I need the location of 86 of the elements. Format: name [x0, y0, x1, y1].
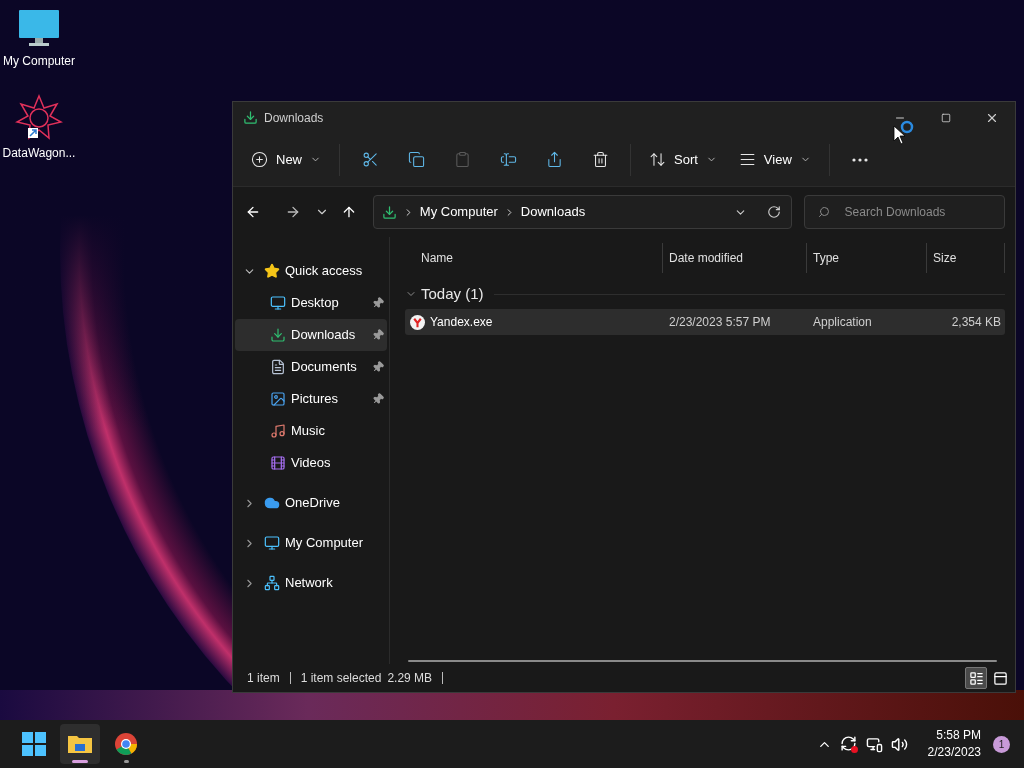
table-cell-text: 2/23/2023 5:57 PM	[668, 314, 772, 331]
new-icon	[251, 151, 268, 168]
sidebar-label: Videos	[291, 454, 331, 473]
list-view-icon	[968, 670, 984, 686]
star-shortcut-icon[interactable]	[15, 94, 63, 140]
maximize-icon	[941, 112, 951, 123]
desktop-icon	[270, 295, 286, 311]
sidebar-item[interactable]: My Computer	[235, 527, 387, 559]
picture-icon	[270, 391, 286, 407]
sidebar-label: Desktop	[291, 294, 339, 313]
share-icon	[545, 151, 563, 168]
preview-pane-icon	[992, 670, 1008, 686]
toolbar-button[interactable]: New	[243, 141, 329, 178]
clock-date[interactable]: 2/23/2023	[927, 744, 981, 761]
sidebar-item[interactable]: Network	[235, 567, 387, 599]
toolbar-button[interactable]: View	[730, 141, 819, 178]
desktop-icon-label[interactable]: DataWagon...	[2, 144, 76, 162]
file-name: Yandex.exe	[430, 314, 493, 331]
file-row[interactable]: Yandex.exe 2/23/2023 5:57 PM Application 2,354 KB	[405, 309, 1005, 335]
address-bar[interactable]: My Computer Downloads	[372, 195, 792, 229]
y-logo-icon	[410, 314, 425, 330]
sidebar-label: Music	[291, 422, 325, 441]
toolbar-button[interactable]: Sort	[641, 141, 725, 178]
column-header[interactable]: Name	[405, 243, 662, 273]
sync-alert-icon[interactable]	[839, 735, 858, 753]
sidebar-item[interactable]: Documents	[235, 351, 387, 383]
sidebar-item[interactable]: Desktop	[235, 287, 387, 319]
copy-icon	[407, 151, 425, 168]
network-monitor-icon[interactable]	[865, 735, 883, 753]
windows-logo-icon	[22, 732, 46, 756]
sidebar-item[interactable]: Pictures	[235, 383, 387, 415]
sort-icon	[649, 151, 666, 168]
monitor-icon[interactable]	[17, 8, 61, 48]
sidebar-item[interactable]: Downloads	[235, 319, 387, 351]
search-icon	[817, 206, 830, 218]
horizontal-scrollbar[interactable]	[408, 660, 997, 662]
view-lines-icon	[738, 151, 756, 168]
browser-logo-icon	[114, 732, 138, 756]
column-header[interactable]: Type	[806, 243, 926, 273]
cloud-icon	[264, 495, 280, 511]
breadcrumb-item[interactable]: My Computer	[419, 202, 498, 222]
download-icon	[381, 204, 397, 220]
download-icon	[243, 110, 258, 125]
document-icon	[270, 359, 286, 375]
table-cell-text: Application	[812, 314, 873, 331]
window-title: Downloads	[264, 109, 324, 127]
star-icon	[264, 263, 280, 279]
refresh-icon[interactable]	[766, 205, 781, 219]
taskbar-app-button[interactable]	[60, 724, 100, 764]
sidebar-label: Downloads	[291, 326, 356, 345]
search-field[interactable]: Search Downloads	[803, 195, 1005, 229]
sidebar-item[interactable]: Videos	[235, 447, 387, 479]
back-icon[interactable]	[245, 204, 261, 220]
sidebar-label: Quick access	[285, 262, 363, 281]
download-icon	[270, 327, 286, 343]
network-icon	[264, 575, 280, 591]
table-cell-text: 2,354 KB	[950, 314, 1002, 331]
paste-icon	[453, 151, 471, 168]
sidebar-label: Pictures	[291, 390, 338, 409]
sidebar-item[interactable]: Music	[235, 415, 387, 447]
notification-count[interactable]: 1	[993, 735, 1010, 753]
sidebar-label: Network	[285, 574, 333, 593]
sidebar-label: Documents	[291, 358, 357, 377]
trash-icon	[591, 151, 609, 168]
rename-icon	[499, 151, 517, 168]
sidebar-item[interactable]: Quick access	[235, 255, 387, 287]
more-icon	[851, 157, 868, 162]
breadcrumb-item[interactable]: Downloads	[520, 202, 586, 222]
clock-time[interactable]: 5:58 PM	[936, 727, 981, 744]
sidebar-item[interactable]: OneDrive	[235, 487, 387, 519]
volume-icon[interactable]	[890, 735, 908, 753]
selection-info: 1 item selected	[300, 670, 382, 687]
video-icon	[270, 455, 286, 471]
column-header[interactable]: Date modified	[662, 243, 806, 273]
selection-size: 2.29 MB	[387, 670, 433, 687]
sidebar-label: My Computer	[285, 534, 364, 553]
music-icon	[270, 423, 286, 439]
group-header[interactable]: Today (1)	[421, 282, 484, 306]
column-header[interactable]: Size	[926, 243, 1005, 273]
desktop-icon-label[interactable]: My Computer	[3, 52, 75, 70]
computer-icon	[264, 535, 280, 551]
sidebar-label: OneDrive	[285, 494, 340, 513]
details-view-button[interactable]	[965, 667, 987, 689]
folder-icon	[67, 733, 93, 755]
cut-icon	[361, 151, 379, 168]
item-count: 1 item	[247, 670, 280, 687]
